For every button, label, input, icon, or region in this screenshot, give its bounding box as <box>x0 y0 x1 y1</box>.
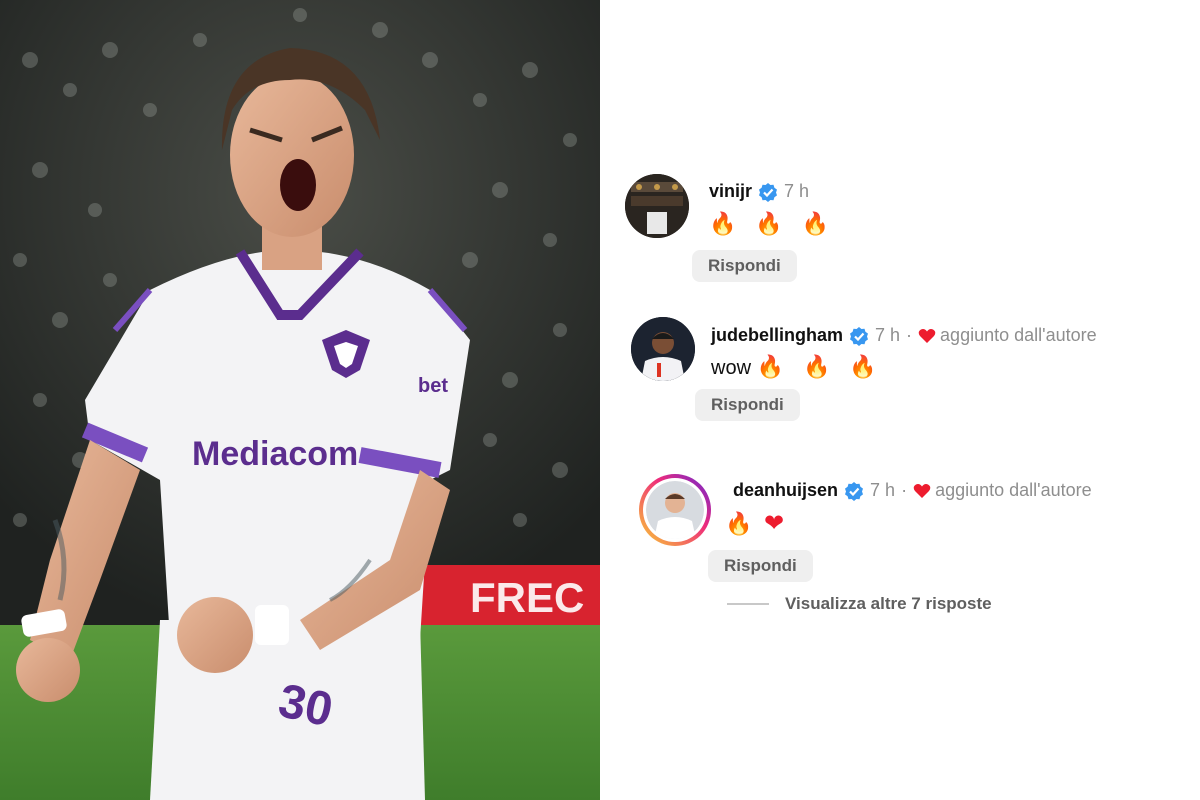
avatar-story-ring[interactable] <box>639 474 711 546</box>
jersey-sponsor-text: Mediacom <box>192 435 358 473</box>
post-photo: FREC Mediacom bet 30 <box>0 0 600 800</box>
timestamp: 7 h <box>875 325 901 345</box>
comment-text-fire: 🔥 <box>725 512 759 537</box>
avatar-vinijr-image <box>625 174 689 238</box>
verified-badge-icon <box>845 481 864 501</box>
replies-divider-line <box>727 603 769 605</box>
separator-dot: · <box>906 325 913 345</box>
comment-meta: vinijr 7 h <box>709 181 809 202</box>
comment-text-word: wow <box>711 357 752 379</box>
comment-text: 🔥 🔥 🔥 <box>709 212 836 237</box>
comment-judebellingham: judebellingham 7 h · aggiunto dall'autor… <box>625 299 1200 439</box>
avatar-deanhuijsen-image <box>646 481 704 539</box>
username[interactable]: deanhuijsen <box>733 480 838 501</box>
comment-text-emoji: 🔥 🔥 🔥 <box>756 355 883 380</box>
comments-card: vinijr 7 h 🔥 🔥 🔥 Rispondi judebellingham… <box>625 154 1200 642</box>
reply-button[interactable]: Rispondi <box>695 389 800 421</box>
timestamp: 7 h <box>784 181 810 201</box>
reply-button[interactable]: Rispondi <box>692 250 797 282</box>
heart-icon <box>913 483 931 498</box>
heart-icon <box>918 328 936 343</box>
liked-by-author-label: aggiunto dall'autore <box>935 480 1092 500</box>
verified-badge-icon <box>759 182 778 202</box>
comment-text: 🔥 ❤ <box>725 509 784 537</box>
view-more-replies-label: Visualizza altre 7 risposte <box>785 594 992 613</box>
ad-board-text: FREC <box>470 574 584 621</box>
sleeve-sponsor-text: bet <box>418 375 448 397</box>
avatar-judebellingham-image <box>631 317 695 381</box>
avatar[interactable] <box>631 317 695 381</box>
avatar[interactable] <box>625 174 689 238</box>
comment-text: wow 🔥 🔥 🔥 <box>711 355 883 380</box>
comment-meta: judebellingham 7 h · aggiunto dall'autor… <box>711 325 1097 346</box>
shorts-number-text: 30 <box>274 674 337 737</box>
username[interactable]: judebellingham <box>711 325 843 346</box>
verified-badge-icon <box>850 326 869 346</box>
timestamp: 7 h <box>870 480 896 500</box>
reply-button[interactable]: Rispondi <box>708 550 813 582</box>
comment-vinijr: vinijr 7 h 🔥 🔥 🔥 Rispondi <box>625 154 1200 294</box>
username[interactable]: vinijr <box>709 181 752 202</box>
comment-text-heart: ❤ <box>763 509 785 537</box>
comments-panel: vinijr 7 h 🔥 🔥 🔥 Rispondi judebellingham… <box>601 0 1200 800</box>
view-more-replies-link[interactable]: Visualizza altre 7 risposte <box>727 594 992 614</box>
liked-by-author-label: aggiunto dall'autore <box>940 325 1097 345</box>
comment-meta: deanhuijsen 7 h · aggiunto dall'autore <box>733 480 1092 501</box>
player-celebration-illustration: FREC Mediacom bet 30 <box>0 0 600 800</box>
avatar <box>643 478 707 542</box>
separator-dot: · <box>901 480 908 500</box>
